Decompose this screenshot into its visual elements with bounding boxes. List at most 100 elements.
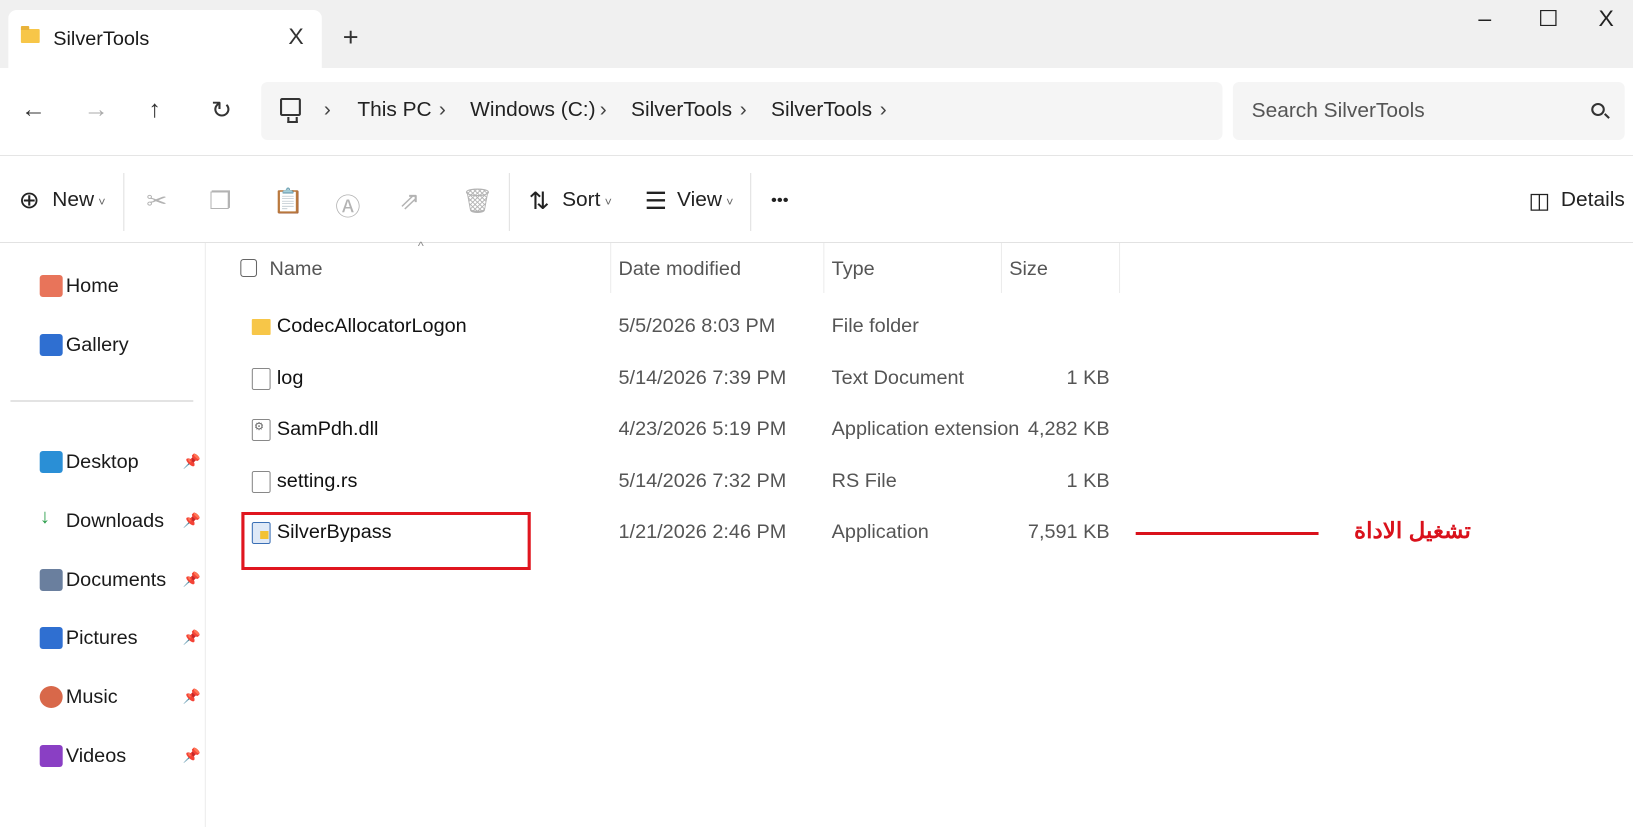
- search-input[interactable]: Search SilverTools: [1232, 82, 1625, 140]
- new-button[interactable]: New ˅: [52, 189, 105, 212]
- search-placeholder: Search SilverTools: [1251, 100, 1425, 122]
- table-row[interactable]: log 5/14/2026 7:39 PM Text Document 1 KB: [232, 356, 1120, 402]
- tab-bar: SilverTools X + – ☐ X: [0, 0, 1633, 68]
- file-type: Application: [831, 522, 929, 543]
- delete-icon[interactable]: 🗑: [462, 187, 494, 216]
- table-row[interactable]: SamPdh.dll 4/23/2026 5:19 PM Application…: [232, 407, 1120, 453]
- pin-icon: 📌: [182, 629, 202, 645]
- view-label: View: [677, 189, 722, 211]
- new-tab-button[interactable]: +: [343, 24, 359, 50]
- file-date: 5/5/2026 8:03 PM: [618, 316, 776, 337]
- pin-icon: 📌: [182, 453, 202, 469]
- file-icon: [251, 471, 271, 493]
- file-size: 4,282 KB: [1027, 419, 1110, 440]
- sidebar-item-label: Pictures: [65, 628, 138, 649]
- gallery-icon: [39, 334, 63, 356]
- details-button[interactable]: Details: [1561, 189, 1625, 212]
- sidebar-item-label: Home: [65, 276, 119, 297]
- column-divider[interactable]: [610, 243, 612, 293]
- sidebar-item-label: Music: [65, 687, 118, 708]
- divider: [123, 173, 125, 231]
- minimize-button[interactable]: –: [1478, 6, 1491, 32]
- file-type: Application extension: [831, 419, 1020, 440]
- view-button[interactable]: View ˅: [677, 189, 733, 212]
- navigation-pane: Home Gallery Desktop 📌 ↓ Downloads 📌 Doc…: [0, 243, 206, 827]
- close-tab-button[interactable]: X: [288, 24, 303, 50]
- videos-icon: [39, 745, 63, 767]
- select-all-checkbox[interactable]: [240, 259, 258, 277]
- table-row[interactable]: CodecAllocatorLogon 5/5/2026 8:03 PM Fil…: [232, 304, 1120, 350]
- column-divider[interactable]: [1118, 243, 1121, 293]
- file-name: SamPdh.dll: [276, 419, 379, 440]
- address-bar[interactable]: › This PC › Windows (C:) › SilverTools ›…: [261, 82, 1223, 140]
- breadcrumb-windows-c[interactable]: Windows (C:): [470, 99, 595, 122]
- file-date: 5/14/2026 7:32 PM: [618, 471, 787, 492]
- annotation-text: تشغيل الاداة: [1354, 518, 1471, 543]
- documents-icon: [39, 569, 63, 591]
- folder-icon: [251, 319, 271, 335]
- close-window-button[interactable]: X: [1599, 6, 1614, 32]
- breadcrumb-this-pc[interactable]: This PC: [357, 99, 431, 122]
- column-header-date[interactable]: Date modified: [619, 259, 741, 281]
- search-icon: [1591, 103, 1605, 116]
- file-type: RS File: [831, 471, 897, 492]
- new-icon: ⊕: [18, 187, 40, 214]
- divider: [750, 173, 752, 231]
- sidebar-item-label: Desktop: [65, 452, 139, 473]
- maximize-button[interactable]: ☐: [1538, 6, 1559, 32]
- text-file-icon: [251, 368, 271, 390]
- more-options-button[interactable]: •••: [771, 192, 789, 210]
- chevron-right-icon[interactable]: ›: [880, 99, 887, 122]
- music-icon: [39, 686, 63, 708]
- annotation-line: [1135, 532, 1319, 535]
- forward-button[interactable]: →: [84, 96, 109, 124]
- file-name: setting.rs: [276, 471, 358, 492]
- pin-icon: 📌: [182, 571, 202, 587]
- chevron-right-icon: ›: [599, 99, 607, 121]
- file-size: 1 KB: [1066, 368, 1110, 389]
- up-button[interactable]: ↑: [148, 96, 161, 124]
- breadcrumb-silvertools-sub[interactable]: SilverTools: [771, 99, 872, 122]
- rename-icon[interactable]: Ⓐ: [335, 187, 360, 222]
- cut-icon[interactable]: ✂: [146, 187, 167, 216]
- share-icon[interactable]: ⇗: [399, 187, 420, 216]
- sort-button[interactable]: Sort ˅: [562, 189, 612, 212]
- sidebar-item-label: Gallery: [65, 335, 129, 356]
- pin-icon: 📌: [182, 688, 202, 704]
- paste-icon[interactable]: 📋: [273, 187, 304, 216]
- table-row[interactable]: setting.rs 5/14/2026 7:32 PM RS File 1 K…: [232, 459, 1120, 505]
- folder-icon: [20, 26, 40, 43]
- chevron-down-icon: ˅: [98, 195, 106, 209]
- pin-icon: 📌: [182, 512, 202, 528]
- breadcrumb-silvertools[interactable]: SilverTools: [631, 99, 732, 122]
- file-type: File folder: [831, 316, 919, 337]
- pictures-icon: [39, 627, 63, 649]
- file-size: 7,591 KB: [1027, 522, 1110, 543]
- file-date: 5/14/2026 7:39 PM: [618, 368, 787, 389]
- chevron-down-icon: ˅: [604, 195, 612, 209]
- command-bar: ⊕ New ˅ ✂ ❐ 📋 Ⓐ ⇗ 🗑 ⇅ Sort ˅ ☰ View ˅ ••• ◫…: [0, 157, 1633, 243]
- column-header-name[interactable]: Name: [270, 259, 323, 281]
- sidebar-item-label: Downloads: [65, 511, 165, 532]
- file-name: log: [276, 368, 304, 389]
- pin-icon: 📌: [182, 747, 202, 763]
- file-size: 1 KB: [1066, 471, 1110, 492]
- column-divider[interactable]: [823, 243, 825, 293]
- home-icon: [39, 275, 63, 297]
- file-date: 1/21/2026 2:46 PM: [618, 522, 787, 543]
- refresh-button[interactable]: ↻: [211, 96, 232, 125]
- sort-label: Sort: [562, 189, 601, 211]
- download-icon: ↓: [39, 506, 51, 528]
- tab-silvertools[interactable]: SilverTools X: [8, 10, 322, 68]
- new-label: New: [52, 189, 95, 211]
- back-button[interactable]: ←: [21, 96, 46, 124]
- navigation-bar: ← → ↑ ↻ › This PC › Windows (C:) › Silve…: [0, 68, 1633, 156]
- desktop-icon: [39, 451, 63, 473]
- column-divider[interactable]: [1000, 243, 1002, 293]
- this-pc-icon: [280, 98, 301, 123]
- column-header-size[interactable]: Size: [1009, 259, 1048, 281]
- column-header-type[interactable]: Type: [832, 259, 875, 281]
- sidebar-item-label: Videos: [65, 746, 127, 767]
- copy-icon[interactable]: ❐: [209, 187, 231, 216]
- view-icon: ☰: [644, 188, 668, 215]
